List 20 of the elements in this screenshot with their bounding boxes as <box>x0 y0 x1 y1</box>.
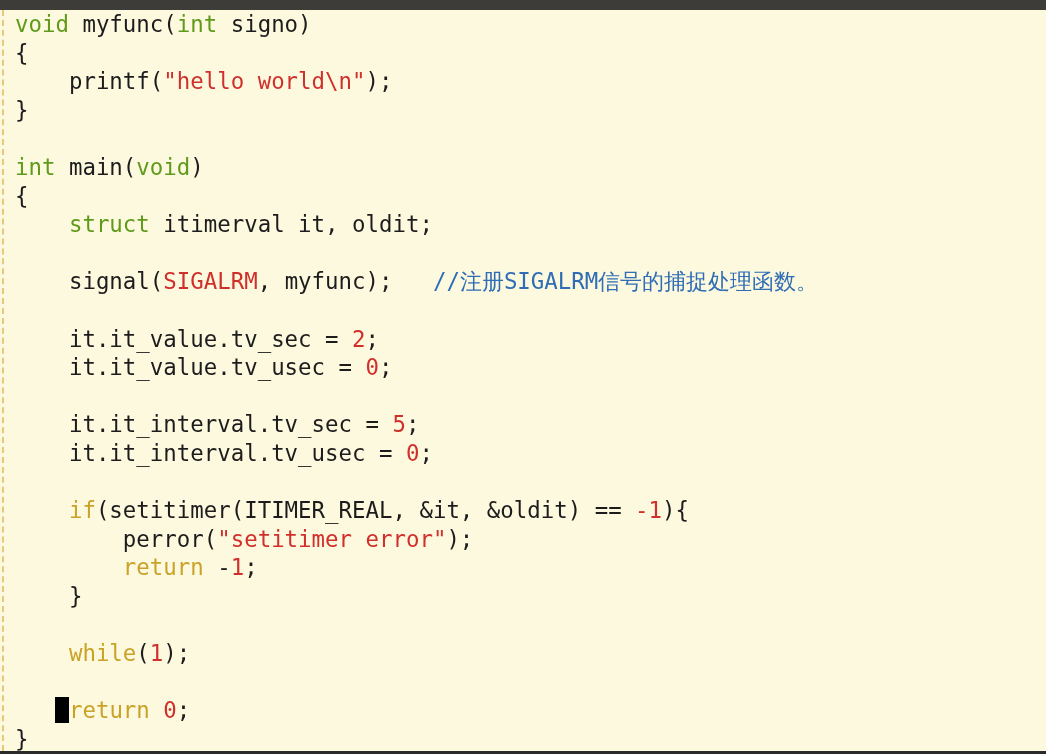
code-line: it.it_interval.tv_sec = 5; <box>67 410 421 439</box>
code-line: return 0; <box>15 696 819 725</box>
code-line: perror("setitimer error"); <box>121 524 475 554</box>
code-line: { <box>15 38 30 68</box>
text-cursor <box>55 697 69 724</box>
code-line: while(1); <box>67 639 192 668</box>
code-line: int main(void) <box>15 152 205 182</box>
code-line: struct itimerval it, oldit; <box>67 210 434 239</box>
code-line: } <box>15 724 30 754</box>
code-line: } <box>15 95 30 125</box>
code-line: signal(SIGALRM, myfunc); //注册SIGALRM信号的捕捉处理函数。 <box>67 267 819 296</box>
code-line: printf("hello world\n"); <box>67 67 394 96</box>
code-line: it.it_interval.tv_usec = 0; <box>67 438 434 468</box>
code-line: void myfunc(int signo) <box>15 10 313 39</box>
code-line: it.it_value.tv_usec = 0; <box>67 353 394 382</box>
code-line: if(setitimer(ITIMER_REAL, &it, &oldit) == -1){ <box>67 496 691 525</box>
code-line: { <box>15 181 30 211</box>
code-line: return -1; <box>121 553 259 582</box>
code-line: it.it_value.tv_sec = 2; <box>67 324 380 354</box>
code-line: } <box>67 581 84 611</box>
